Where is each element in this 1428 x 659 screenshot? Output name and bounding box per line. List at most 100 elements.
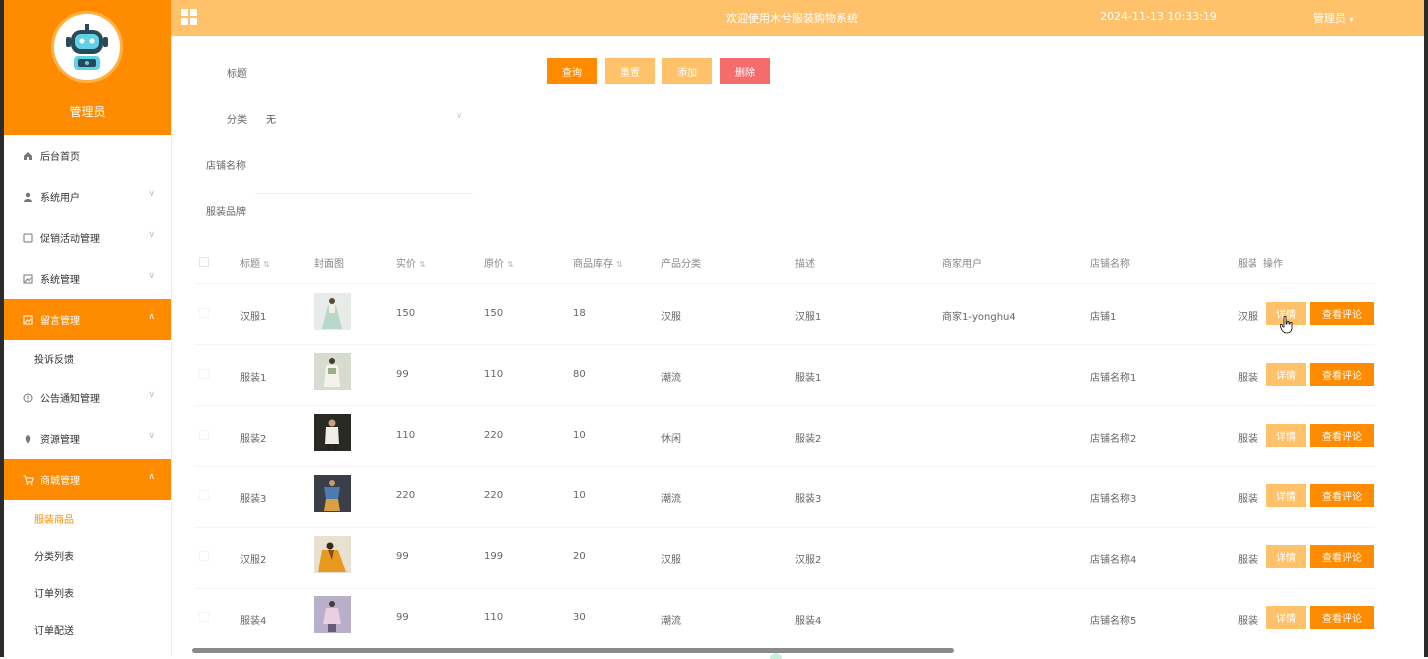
sidebar-item-home[interactable]: 后台首页 xyxy=(4,135,171,176)
sidebar-item-messages[interactable]: 留言管理 ∧ xyxy=(4,299,171,340)
product-thumbnail xyxy=(314,293,351,330)
row-checkbox[interactable] xyxy=(199,430,209,440)
caret-down-icon: ▾ xyxy=(1349,15,1354,24)
cell-brand: 汉服 xyxy=(1238,312,1258,323)
sort-icon: ⇅ xyxy=(419,260,426,269)
cell-category: 休闲 xyxy=(661,434,681,445)
sidebar-item-label: 商城管理 xyxy=(40,476,80,487)
category-select[interactable]: 无 xyxy=(266,111,276,126)
sidebar-item-mall[interactable]: 商城管理 ∧ xyxy=(4,459,171,500)
cell-title: 服装1 xyxy=(240,373,267,384)
cell-stock: 10 xyxy=(573,490,586,501)
row-checkbox[interactable] xyxy=(199,308,209,318)
view-comments-button[interactable]: 查看评论 xyxy=(1310,545,1374,568)
view-comments-button[interactable]: 查看评论 xyxy=(1310,302,1374,325)
cell-description: 服装3 xyxy=(795,494,822,505)
cell-original-price: 110 xyxy=(484,369,504,380)
store-name-label: 店铺名称 xyxy=(206,161,246,172)
row-checkbox[interactable] xyxy=(199,490,209,500)
column-header-original-price[interactable]: 原价 ⇅ xyxy=(484,255,514,270)
promotion-icon xyxy=(22,232,34,244)
row-checkbox[interactable] xyxy=(199,551,209,561)
cell-store: 店铺名称4 xyxy=(1090,555,1137,566)
row-divider xyxy=(195,344,1375,345)
column-header-brand: 服装 xyxy=(1238,259,1256,270)
row-checkbox[interactable] xyxy=(199,612,209,622)
column-header-title[interactable]: 标题 ⇅ xyxy=(240,255,270,270)
view-comments-button[interactable]: 查看评论 xyxy=(1310,424,1374,447)
product-thumbnail xyxy=(314,536,351,573)
cell-price: 110 xyxy=(396,430,416,441)
brand-label: 服装品牌 xyxy=(206,207,246,218)
sidebar-item-label: 系统用户 xyxy=(40,193,80,204)
chevron-down-icon: ∨ xyxy=(148,271,155,281)
row-divider xyxy=(195,405,1375,406)
sidebar-subitem-complaints[interactable]: 投诉反馈 xyxy=(4,340,171,377)
sidebar-subitem-orders[interactable]: 订单列表 xyxy=(4,574,171,611)
sidebar-item-label: 留言管理 xyxy=(40,316,80,327)
cell-stock: 20 xyxy=(573,551,586,562)
detail-button[interactable]: 详情 xyxy=(1266,606,1306,629)
sidebar-item-promotion[interactable]: 促销活动管理 ∨ xyxy=(4,217,171,258)
delete-button[interactable]: 删除 xyxy=(720,58,770,84)
cell-title: 汉服2 xyxy=(240,555,267,566)
row-checkbox[interactable] xyxy=(199,369,209,379)
cell-store: 店铺名称2 xyxy=(1090,434,1137,445)
reset-button[interactable]: 重置 xyxy=(605,58,655,84)
chevron-down-icon: ∨ xyxy=(148,390,155,400)
current-datetime: 2024-11-13 10:33:19 xyxy=(1100,10,1217,23)
column-label: 原价 xyxy=(484,259,504,270)
home-icon xyxy=(22,150,34,162)
cell-description: 服装4 xyxy=(795,616,822,627)
user-dropdown[interactable]: 管理员 ▾ xyxy=(1313,10,1354,26)
product-thumbnail xyxy=(314,596,351,633)
cell-description: 汉服2 xyxy=(795,555,822,566)
detail-button[interactable]: 详情 xyxy=(1266,424,1306,447)
select-all-checkbox[interactable] xyxy=(199,257,209,267)
sidebar-item-label: 公告通知管理 xyxy=(40,394,100,405)
view-comments-button[interactable]: 查看评论 xyxy=(1310,484,1374,507)
detail-button[interactable]: 详情 xyxy=(1266,363,1306,386)
row-divider xyxy=(195,466,1375,467)
user-icon xyxy=(22,191,34,203)
cell-brand: 服装 xyxy=(1238,494,1258,505)
store-name-input[interactable] xyxy=(255,193,473,194)
sidebar-subitem-categories[interactable]: 分类列表 xyxy=(4,537,171,574)
cell-description: 服装1 xyxy=(795,373,822,384)
hand-cursor-icon xyxy=(1279,315,1294,337)
horizontal-scrollbar[interactable] xyxy=(192,648,954,653)
detail-button[interactable]: 详情 xyxy=(1266,484,1306,507)
chevron-up-icon: ∧ xyxy=(148,472,155,482)
message-icon xyxy=(22,314,34,326)
column-header-stock[interactable]: 商品库存 ⇅ xyxy=(573,255,623,270)
chevron-up-icon: ∧ xyxy=(148,312,155,322)
column-header-price[interactable]: 实价 ⇅ xyxy=(396,255,426,270)
menu-grid-icon[interactable] xyxy=(181,9,197,25)
cell-brand: 服装 xyxy=(1238,373,1258,384)
sidebar-item-label: 订单配送 xyxy=(34,626,74,637)
sidebar-subitem-clothing[interactable]: 服装商品 xyxy=(4,500,171,537)
add-button[interactable]: 添加 xyxy=(662,58,712,84)
cell-price: 150 xyxy=(396,308,416,319)
detail-button[interactable]: 详情 xyxy=(1266,545,1306,568)
sidebar-subitem-delivery[interactable]: 订单配送 xyxy=(4,611,171,648)
sidebar-header: 管理员 xyxy=(4,0,171,135)
cell-category: 潮流 xyxy=(661,616,681,627)
cell-price: 220 xyxy=(396,490,416,501)
column-header-category: 产品分类 xyxy=(661,259,701,270)
sidebar-item-resources[interactable]: 资源管理 ∨ xyxy=(4,418,171,459)
view-comments-button[interactable]: 查看评论 xyxy=(1310,606,1374,629)
cell-original-price: 110 xyxy=(484,612,504,623)
system-title: 欢迎使用木兮服装购物系统 xyxy=(726,12,858,25)
query-button[interactable]: 查询 xyxy=(547,58,597,84)
column-header-description: 描述 xyxy=(795,259,815,270)
column-label: 实价 xyxy=(396,259,416,270)
view-comments-button[interactable]: 查看评论 xyxy=(1310,363,1374,386)
sidebar-item-system-users[interactable]: 系统用户 ∨ xyxy=(4,176,171,217)
cell-original-price: 220 xyxy=(484,490,504,501)
cell-original-price: 150 xyxy=(484,308,504,319)
sidebar-item-announcements[interactable]: 公告通知管理 ∨ xyxy=(4,377,171,418)
product-thumbnail xyxy=(314,414,351,451)
sidebar-item-system-manage[interactable]: 系统管理 ∨ xyxy=(4,258,171,299)
cell-store: 店铺名称5 xyxy=(1090,616,1137,627)
